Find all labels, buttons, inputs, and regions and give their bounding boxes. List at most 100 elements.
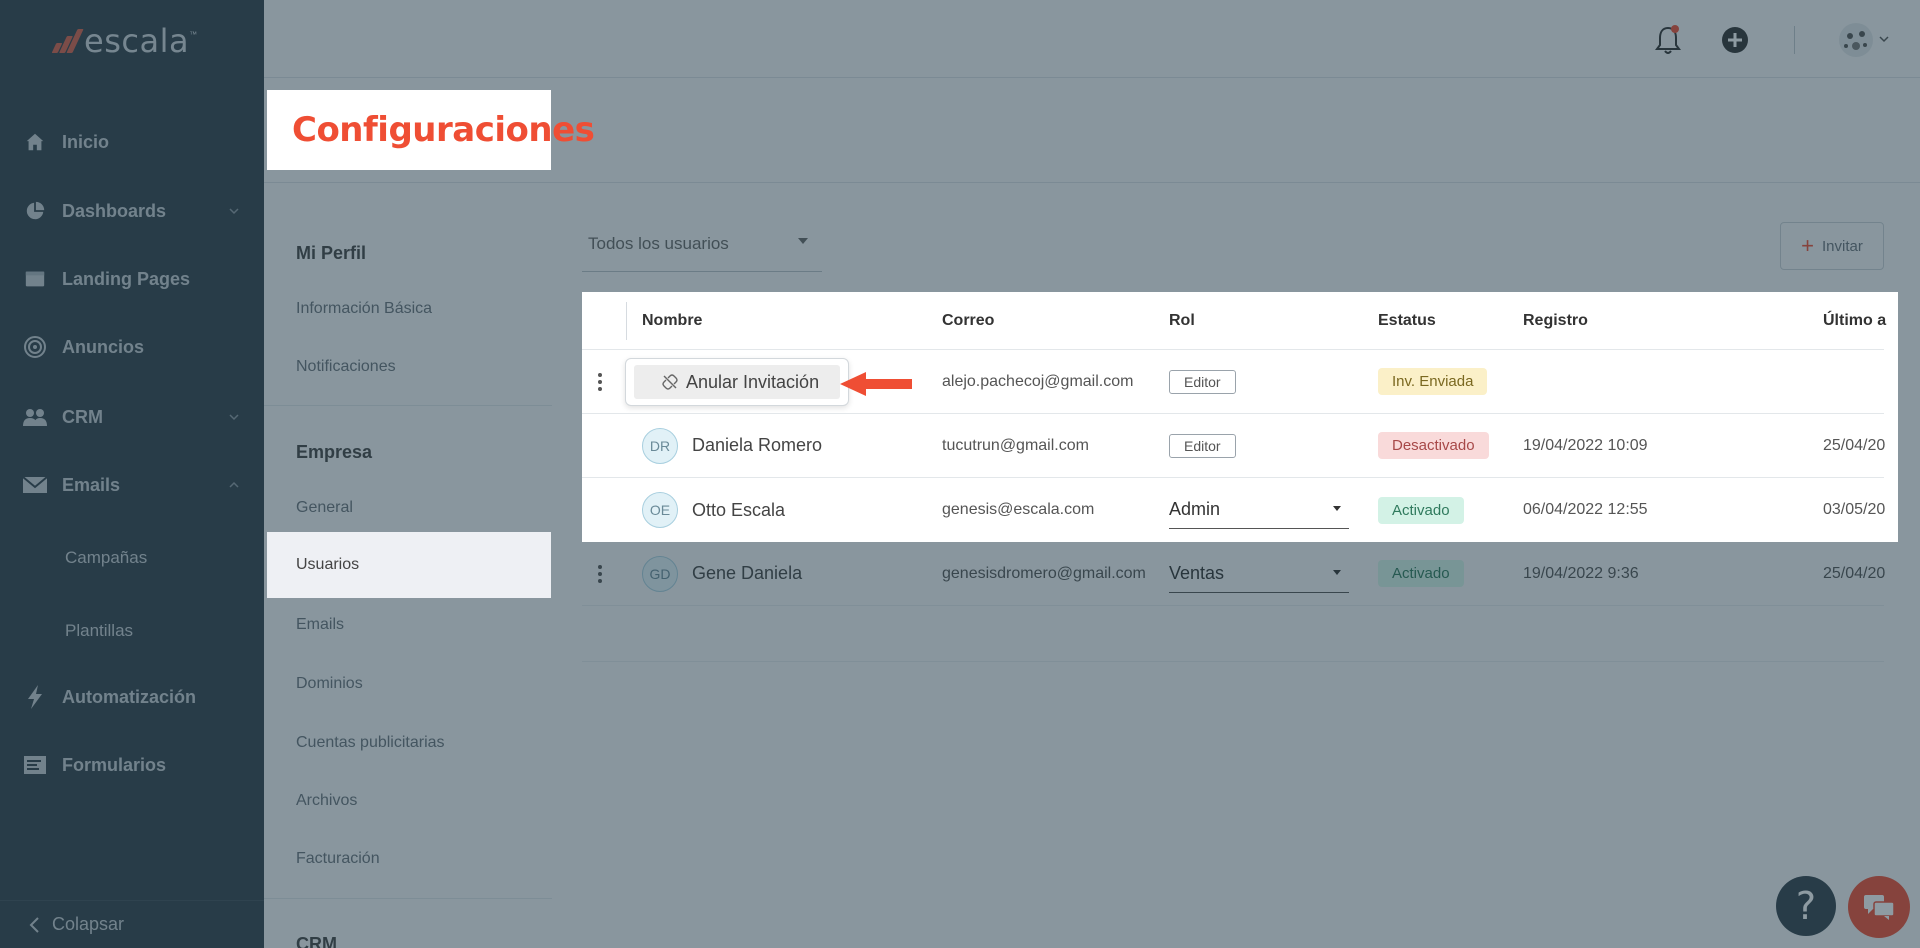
- sidebar-item-label: Dashboards: [62, 200, 167, 221]
- settings-item-general[interactable]: General: [296, 499, 353, 517]
- row-menu-button[interactable]: [598, 542, 602, 605]
- settings-item-emails[interactable]: Emails: [296, 616, 344, 634]
- chevron-left-icon: [29, 916, 39, 933]
- sidebar-item-crm[interactable]: CRM: [22, 402, 239, 432]
- registered-date: 19/04/2022 10:09: [1523, 436, 1648, 454]
- settings-section-crm: CRM: [296, 934, 337, 948]
- user-filter-value: Todos los usuarios: [588, 234, 729, 253]
- last-access: 25/04/20: [1823, 564, 1886, 582]
- table-row[interactable]: GD Gene Daniela genesisdromero@gmail.com…: [582, 542, 1886, 606]
- form-icon: [22, 752, 48, 778]
- role-select[interactable]: Admin: [1169, 491, 1349, 529]
- table-header: Nombre Correo Rol Estatus Registro Últim…: [582, 292, 1886, 350]
- col-header-ultimo-acceso[interactable]: Último a: [1823, 292, 1886, 349]
- avatar: GD: [642, 555, 678, 592]
- plus-icon: +: [1801, 233, 1814, 258]
- pie-chart-icon: [22, 198, 48, 224]
- col-header-rol[interactable]: Rol: [1169, 292, 1195, 349]
- sidebar-item-dashboards[interactable]: Dashboards: [22, 196, 239, 226]
- chat-button[interactable]: [1848, 876, 1910, 938]
- settings-section-empresa: Empresa: [296, 442, 373, 462]
- top-bar: [264, 0, 1920, 78]
- page-title: Configuraciones: [292, 110, 595, 150]
- kebab-menu-icon: [598, 372, 602, 391]
- sidebar-item-formularios[interactable]: Formularios: [22, 750, 166, 780]
- status-badge: Activado: [1378, 560, 1464, 587]
- sidebar-item-emails[interactable]: Emails: [22, 470, 239, 500]
- chat-bubbles-icon: [1864, 895, 1895, 920]
- user-email: genesisdromero@gmail.com: [942, 564, 1146, 582]
- kebab-menu-icon: [598, 564, 602, 583]
- role-badge: Editor: [1169, 433, 1236, 458]
- sidebar-item-anuncios[interactable]: Anuncios: [22, 332, 144, 362]
- chevron-down-icon: [229, 414, 239, 421]
- table-row[interactable]: OE Otto Escala genesis@escala.com Admin …: [582, 478, 1885, 542]
- lightning-icon: [22, 684, 48, 710]
- topbar-divider: [1794, 26, 1795, 54]
- row-menu-button[interactable]: [598, 350, 602, 413]
- settings-item-informacion-basica[interactable]: Información Básica: [296, 300, 432, 318]
- sidebar-item-label: Formularios: [62, 754, 167, 775]
- unlink-icon: [662, 374, 678, 390]
- users-table: Nombre Correo Rol Estatus Registro Últim…: [582, 292, 1898, 542]
- sidebar-subitem-plantillas[interactable]: Plantillas: [65, 621, 133, 641]
- sidebar-item-inicio[interactable]: Inicio: [22, 127, 109, 157]
- status-badge: Desactivado: [1378, 432, 1489, 459]
- col-header-estatus[interactable]: Estatus: [1378, 292, 1436, 349]
- brand-logo[interactable]: escala ™: [51, 22, 198, 60]
- user-avatar-icon[interactable]: [1836, 20, 1892, 65]
- invite-button[interactable]: + Invitar: [1780, 222, 1884, 270]
- settings-item-dominios[interactable]: Dominios: [296, 675, 363, 693]
- settings-section-mi-perfil: Mi Perfil: [296, 243, 367, 263]
- col-header-registro[interactable]: Registro: [1523, 292, 1588, 349]
- caret-down-icon: [798, 238, 808, 244]
- user-email: tucutrun@gmail.com: [942, 436, 1089, 454]
- sidebar-item-label: CRM: [62, 406, 103, 427]
- sidebar-item-label: Landing Pages: [62, 268, 191, 289]
- user-email: genesis@escala.com: [942, 501, 1095, 518]
- page-title-highlight: Configuraciones: [267, 90, 595, 170]
- role-badge: Editor: [1169, 369, 1236, 394]
- role-select[interactable]: Ventas: [1169, 555, 1349, 593]
- help-button[interactable]: ?: [1776, 876, 1836, 936]
- sidebar-item-label: Automatización: [62, 686, 197, 707]
- settings-item-usuarios-label: Usuarios: [296, 556, 360, 573]
- table-empty-row: [582, 606, 1884, 662]
- sidebar-item-landing-pages[interactable]: Landing Pages: [22, 264, 190, 294]
- arrow-left-icon: [840, 372, 912, 396]
- settings-item-usuarios[interactable]: Usuarios: [267, 532, 551, 598]
- settings-divider: [264, 898, 552, 899]
- avatar: DR: [642, 427, 678, 464]
- browser-window-icon: [22, 266, 48, 292]
- settings-item-facturacion[interactable]: Facturación: [296, 850, 380, 868]
- sidebar-subitem-campanas[interactable]: Campañas: [65, 548, 147, 568]
- settings-item-notificaciones[interactable]: Notificaciones: [296, 358, 396, 376]
- envelope-icon: [22, 472, 48, 498]
- add-circle-icon[interactable]: [1721, 26, 1749, 59]
- chevron-down-icon: [229, 208, 239, 215]
- table-row[interactable]: DR Daniela Romero tucutrun@gmail.com Edi…: [582, 414, 1885, 478]
- collapse-button[interactable]: Colapsar: [0, 900, 264, 948]
- header-divider: [626, 302, 627, 340]
- chevron-up-icon: [229, 481, 239, 488]
- status-badge: Inv. Enviada: [1378, 368, 1488, 395]
- home-icon: [22, 129, 48, 155]
- user-filter-select[interactable]: Todos los usuarios: [582, 226, 822, 272]
- settings-item-archivos[interactable]: Archivos: [296, 792, 357, 810]
- col-header-nombre[interactable]: Nombre: [642, 292, 702, 349]
- notification-bell-icon[interactable]: [1654, 24, 1682, 61]
- cancel-invitation-button[interactable]: Anular Invitación: [634, 365, 840, 399]
- sidebar-item-label: Anuncios: [62, 336, 145, 357]
- settings-item-cuentas-publicitarias[interactable]: Cuentas publicitarias: [296, 734, 445, 752]
- col-header-correo[interactable]: Correo: [942, 292, 994, 349]
- role-value: Admin: [1169, 499, 1221, 519]
- sidebar-item-automatizacion[interactable]: Automatización: [22, 682, 196, 712]
- collapse-label: Colapsar: [52, 914, 125, 934]
- invite-label: Invitar: [1822, 237, 1863, 255]
- cancel-invitation-label: Anular Invitación: [686, 371, 820, 392]
- sidebar-item-label: Emails: [62, 474, 121, 495]
- settings-divider: [264, 405, 552, 406]
- registered-date: 19/04/2022 9:36: [1523, 564, 1639, 582]
- brand-tm: ™: [189, 29, 198, 39]
- role-value: Ventas: [1169, 562, 1225, 583]
